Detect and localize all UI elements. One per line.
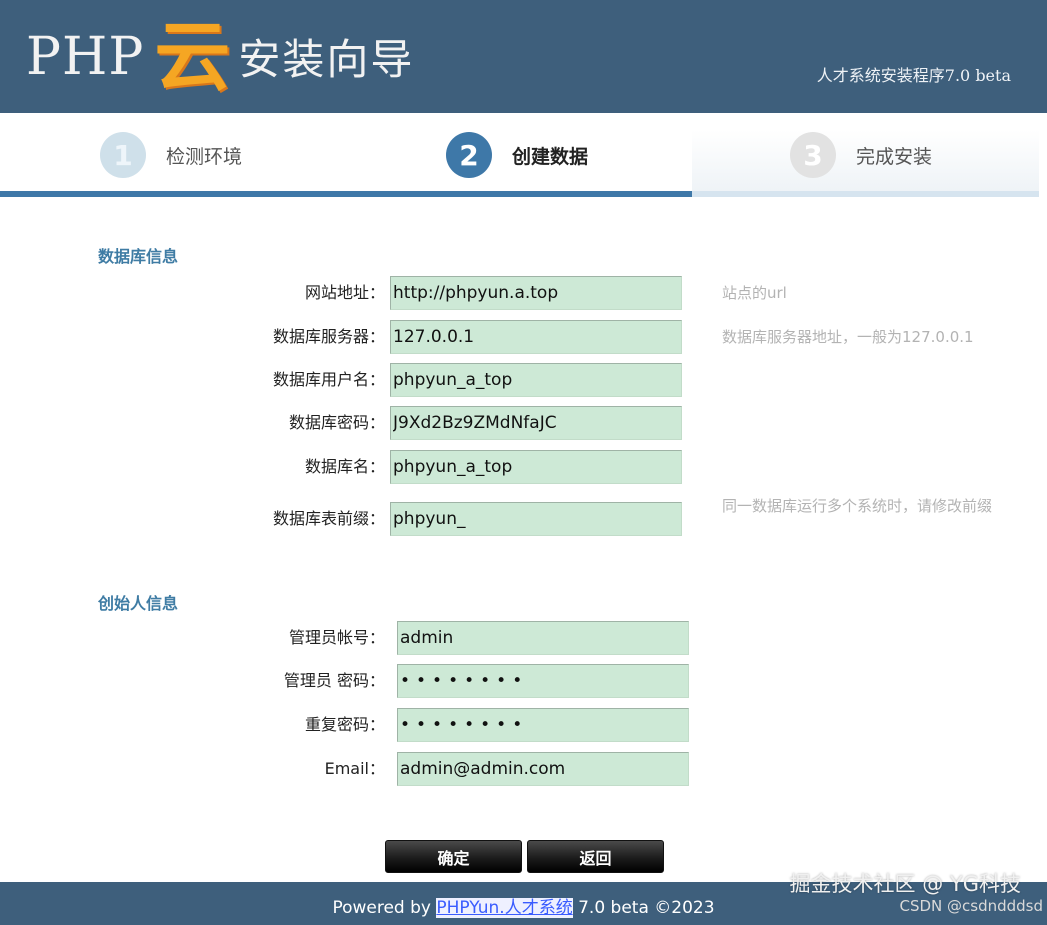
form-row-admin-password: 管理员 密码： <box>0 664 1047 698</box>
form-row-email: Email： <box>0 752 1047 786</box>
db-password-label: 数据库密码： <box>288 413 385 432</box>
step-check-environment: 1 检测环境 <box>100 113 242 197</box>
step-number-3: 3 <box>790 132 836 178</box>
form-row-site-url: 网站地址： 站点的url <box>0 276 1047 310</box>
progress-bar <box>0 191 1039 197</box>
admin-account-input[interactable] <box>397 621 689 655</box>
site-url-input[interactable] <box>390 276 682 310</box>
form-row-db-name: 数据库名： <box>0 450 1047 484</box>
form-row-db-password: 数据库密码： <box>0 406 1047 440</box>
form-row-admin-account: 管理员帐号： <box>0 621 1047 655</box>
step-finish-install: 3 完成安装 <box>790 113 932 197</box>
step-label: 创建数据 <box>512 145 589 168</box>
form-row-db-user: 数据库用户名： <box>0 363 1047 397</box>
form-row-repeat-password: 重复密码： <box>0 708 1047 742</box>
site-url-hint: 站点的url <box>722 284 787 302</box>
repeat-password-input[interactable] <box>397 708 689 742</box>
admin-account-label: 管理员帐号： <box>288 628 385 647</box>
db-section-title: 数据库信息 <box>98 247 179 266</box>
admin-section-title: 创始人信息 <box>98 594 179 613</box>
progress-fill <box>0 191 692 197</box>
form-row-db-host: 数据库服务器： 数据库服务器地址，一般为127.0.0.1 <box>0 320 1047 354</box>
table-prefix-hint: 同一数据库运行多个系统时，请修改前缀 <box>722 497 993 515</box>
table-prefix-input[interactable] <box>390 502 682 536</box>
db-name-label: 数据库名： <box>304 457 385 476</box>
header-bar: PHP 云 安装向导 人才系统安装程序7.0 beta <box>0 0 1047 113</box>
footer-suffix: 7.0 beta ©2023 <box>572 898 715 918</box>
db-host-input[interactable] <box>390 320 682 354</box>
step-number-1: 1 <box>100 132 146 178</box>
db-name-input[interactable] <box>390 450 682 484</box>
step-label: 完成安装 <box>856 145 933 168</box>
logo-title: 安装向导 <box>238 35 415 84</box>
watermark-juejin: 掘金技术社区 @ YG科技 <box>789 872 1021 896</box>
admin-password-label: 管理员 密码： <box>283 671 385 690</box>
repeat-password-label: 重复密码： <box>304 715 385 734</box>
installer-version-title: 人才系统安装程序7.0 beta <box>816 66 1011 85</box>
email-input[interactable] <box>397 752 689 786</box>
footer-prefix: Powered by <box>332 898 437 918</box>
db-host-hint: 数据库服务器地址，一般为127.0.0.1 <box>722 328 974 346</box>
db-user-input[interactable] <box>390 363 682 397</box>
admin-password-input[interactable] <box>397 664 689 698</box>
db-host-label: 数据库服务器： <box>272 327 385 346</box>
step-label: 检测环境 <box>166 145 243 168</box>
db-user-label: 数据库用户名： <box>272 370 385 389</box>
footer-phpyun-link[interactable]: PHPYun.人才系统 <box>436 898 573 918</box>
email-label: Email： <box>324 759 385 778</box>
confirm-button[interactable]: 确定 <box>385 840 522 873</box>
back-button[interactable]: 返回 <box>527 840 664 873</box>
logo-php-text: PHP <box>26 26 145 87</box>
table-prefix-label: 数据库表前缀： <box>272 509 385 528</box>
step-number-2: 2 <box>446 132 492 178</box>
site-url-label: 网站地址： <box>304 283 385 302</box>
logo-cloud-mark: 云 <box>154 11 231 101</box>
step-indicator: 1 检测环境 2 创建数据 3 完成安装 <box>0 113 1047 200</box>
db-password-input[interactable] <box>390 406 682 440</box>
form-row-table-prefix: 数据库表前缀： 同一数据库运行多个系统时，请修改前缀 <box>0 497 1047 536</box>
watermark-csdn: CSDN @csdndddsd <box>899 897 1043 915</box>
logo: PHP 云 安装向导 <box>26 14 414 99</box>
step-create-data: 2 创建数据 <box>446 113 588 197</box>
